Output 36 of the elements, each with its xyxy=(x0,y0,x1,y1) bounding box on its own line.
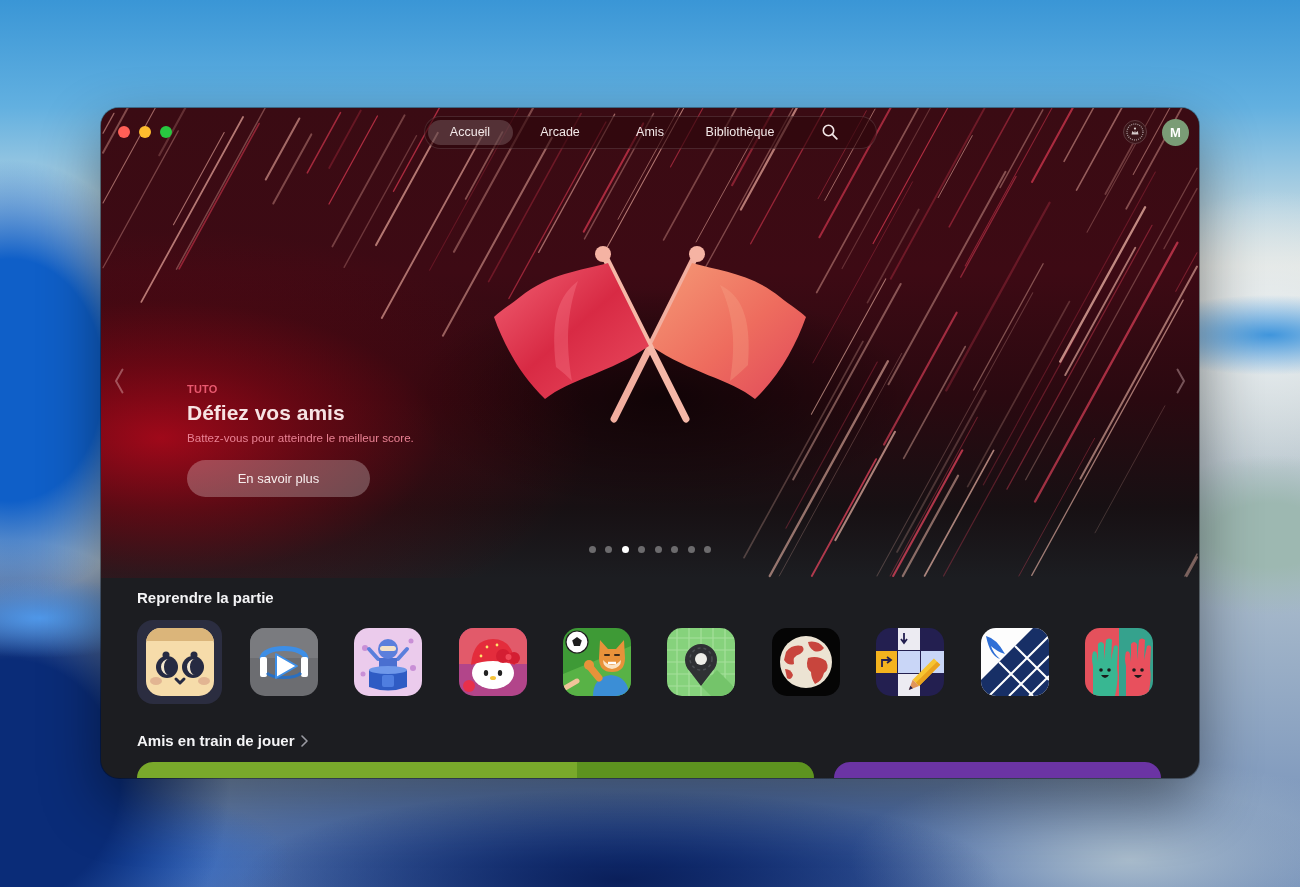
hero-subtitle: Battez-vous pour atteindre le meilleur score. xyxy=(187,430,414,445)
nav-tab[interactable]: Amis xyxy=(607,119,693,145)
hero-title: Défiez vos amis xyxy=(187,400,345,426)
page-dot[interactable] xyxy=(588,546,596,553)
close-icon[interactable] xyxy=(118,126,130,138)
chevron-right-icon[interactable] xyxy=(1176,368,1186,394)
map-pin-app-icon xyxy=(667,628,736,696)
section-title: Reprendre la partie xyxy=(137,588,275,608)
play-symbol-app-icon xyxy=(249,628,318,696)
crossword-pencil-app-icon xyxy=(876,628,945,696)
masked-figure-app-icon xyxy=(354,628,423,696)
nav-tab[interactable]: Accueil xyxy=(427,119,513,145)
smiling-face-app-icon xyxy=(145,628,214,696)
search-icon[interactable] xyxy=(822,124,838,140)
page-dot[interactable] xyxy=(704,546,712,553)
page-dot[interactable] xyxy=(687,546,695,553)
diagonal-grid-app-icon xyxy=(980,628,1049,696)
zoom-icon[interactable] xyxy=(160,126,172,138)
round-emblem-icon[interactable] xyxy=(1123,120,1147,144)
section-title-link[interactable]: Amis en train de jouer xyxy=(137,731,308,751)
fox-soccer-app-icon xyxy=(563,628,632,696)
nav-tab[interactable]: Arcade xyxy=(517,119,603,145)
page-dot[interactable] xyxy=(638,546,646,553)
nav-tab[interactable]: Bibliothèque xyxy=(697,119,783,145)
learn-more-button[interactable]: En savoir plus xyxy=(187,460,370,497)
hero-eyebrow: TUTO xyxy=(187,383,218,396)
globe-app-icon xyxy=(771,628,840,696)
cat-face-app-icon xyxy=(458,628,527,696)
page-dot[interactable] xyxy=(671,546,679,553)
page-dot[interactable] xyxy=(605,546,613,553)
chevron-right-icon xyxy=(300,735,308,747)
minimize-icon[interactable] xyxy=(139,126,151,138)
game-tile[interactable] xyxy=(137,620,222,704)
two-hands-app-icon xyxy=(1085,628,1153,696)
page-dot[interactable] xyxy=(654,546,662,553)
page-dot[interactable] xyxy=(621,546,629,553)
